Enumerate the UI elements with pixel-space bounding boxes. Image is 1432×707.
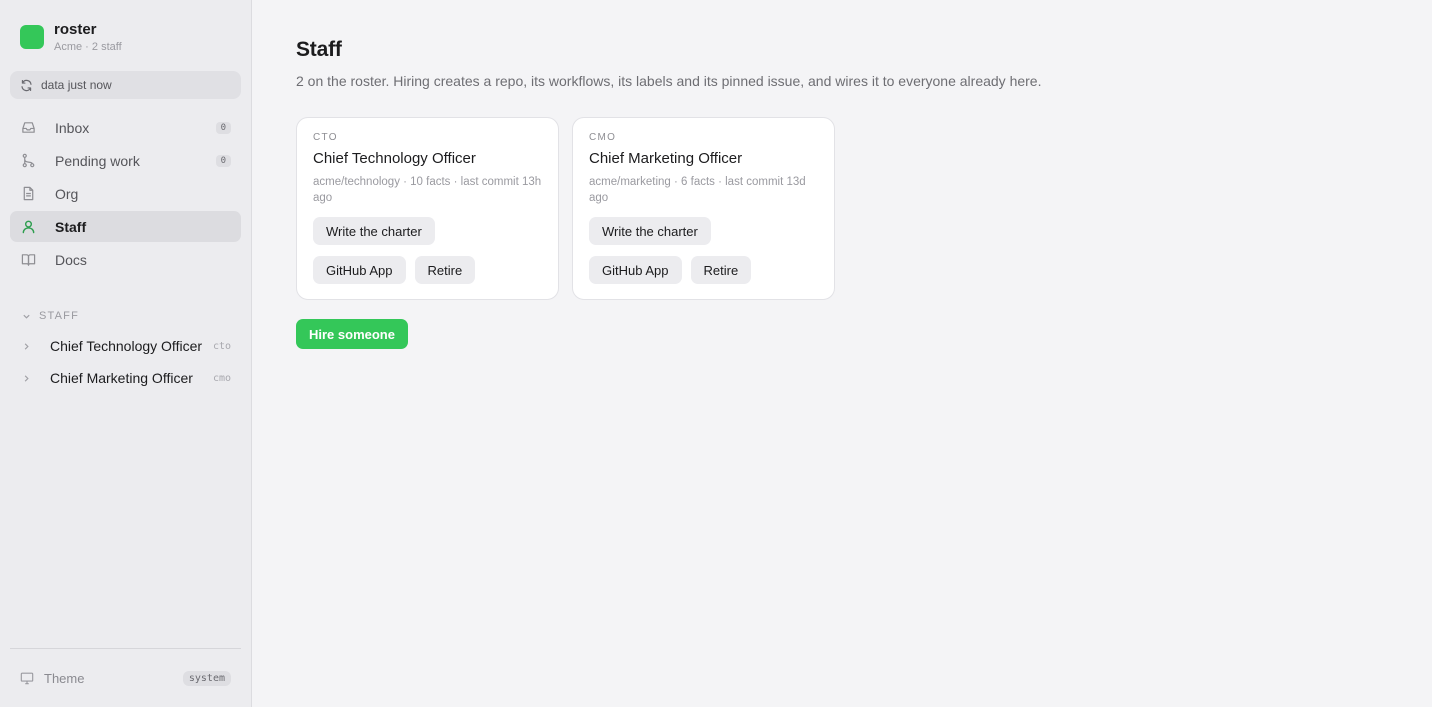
nav-item-label: Staff: [55, 218, 87, 235]
brand-name: roster: [54, 21, 97, 38]
nav-item-label: Inbox: [55, 119, 90, 136]
book-icon: [20, 252, 36, 268]
nav-item-staff[interactable]: Staff: [10, 211, 241, 242]
staff-item-code: cmo: [212, 372, 231, 384]
main-content: Staff 2 on the roster. Hiring creates a …: [252, 0, 1432, 707]
brand: roster Acme · 2 staff: [10, 0, 241, 70]
card-title: Chief Marketing Officer: [589, 150, 743, 167]
github-app-button[interactable]: GitHub App: [589, 256, 682, 284]
nav-item-inbox[interactable]: Inbox 0: [10, 112, 241, 143]
write-charter-button[interactable]: Write the charter: [313, 217, 435, 245]
write-charter-button[interactable]: Write the charter: [589, 217, 711, 245]
hire-someone-button[interactable]: Hire someone: [296, 319, 408, 349]
brand-logo: [20, 25, 44, 49]
card-meta: acme/marketing · 6 facts · last commit 1…: [589, 176, 806, 204]
refresh-button[interactable]: data just now: [10, 71, 241, 99]
branch-icon: [20, 153, 36, 169]
staff-card-cto: CTO Chief Technology Officer acme/techno…: [296, 117, 559, 300]
staff-item-label: Chief Marketing Officer: [50, 370, 193, 386]
sidebar-staff-item-cmo[interactable]: Chief Marketing Officer cmo: [10, 362, 241, 394]
card-code: CMO: [589, 132, 617, 143]
nav-item-org[interactable]: Org: [10, 178, 241, 209]
chevron-right-icon: [24, 342, 29, 350]
staff-section-toggle[interactable]: STAFF: [10, 310, 241, 322]
nav-item-label: Org: [55, 185, 79, 202]
person-icon: [20, 219, 36, 235]
nav-item-pending-work[interactable]: Pending work 0: [10, 145, 241, 176]
page-title: Staff: [296, 38, 342, 61]
nav-item-label: Pending work: [55, 152, 140, 169]
chevron-down-icon: [23, 314, 30, 319]
brand-subtitle: Acme · 2 staff: [54, 41, 122, 53]
inbox-icon: [20, 120, 36, 136]
document-icon: [20, 186, 36, 202]
retire-button[interactable]: Retire: [414, 256, 476, 284]
staff-item-label: Chief Technology Officer: [50, 338, 203, 354]
staff-card-cmo: CMO Chief Marketing Officer acme/marketi…: [572, 117, 835, 300]
staff-section-heading: STAFF: [39, 310, 80, 322]
page-description: 2 on the roster. Hiring creates a repo, …: [296, 73, 1042, 89]
retire-button[interactable]: Retire: [690, 256, 752, 284]
refresh-label: data just now: [41, 78, 112, 92]
card-title: Chief Technology Officer: [313, 150, 476, 167]
inbox-count-badge: 0: [215, 121, 231, 134]
chevron-right-icon: [24, 374, 29, 382]
theme-value: system: [182, 670, 231, 686]
refresh-icon: [21, 79, 32, 91]
monitor-icon: [20, 672, 34, 685]
theme-label: Theme: [44, 670, 85, 686]
staff-item-code: cto: [212, 340, 231, 352]
sidebar-staff-item-cto[interactable]: Chief Technology Officer cto: [10, 330, 241, 362]
nav-item-label: Docs: [55, 251, 87, 268]
main-nav: Inbox 0 Pending work 0 Org Staff Docs: [10, 112, 241, 275]
github-app-button[interactable]: GitHub App: [313, 256, 406, 284]
card-meta: acme/technology · 10 facts · last commit…: [313, 176, 542, 204]
card-code: CTO: [313, 132, 338, 143]
pending-count-badge: 0: [215, 154, 231, 167]
staff-cards: CTO Chief Technology Officer acme/techno…: [296, 117, 1388, 300]
theme-toggle[interactable]: Theme system: [10, 648, 241, 707]
nav-item-docs[interactable]: Docs: [10, 244, 241, 275]
sidebar: roster Acme · 2 staff data just now Inbo…: [0, 0, 252, 707]
